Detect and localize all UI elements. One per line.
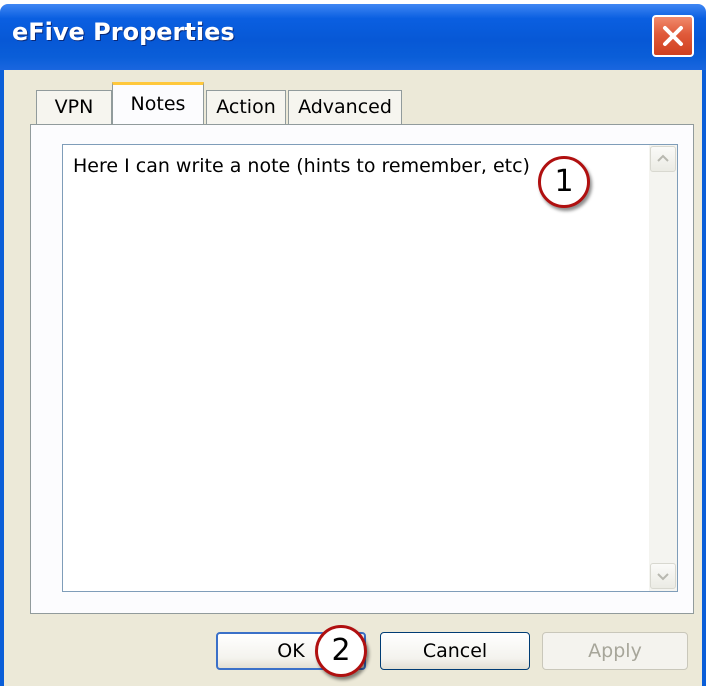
tab-advanced[interactable]: Advanced	[288, 90, 402, 125]
close-button[interactable]	[652, 15, 694, 57]
cancel-label: Cancel	[422, 640, 488, 662]
cancel-button[interactable]: Cancel	[380, 632, 530, 670]
apply-label: Apply	[588, 640, 642, 662]
tab-label: VPN	[54, 96, 94, 118]
properties-dialog: eFive Properties VPN Notes Action Advanc…	[0, 4, 706, 686]
window-title: eFive Properties	[12, 18, 235, 46]
tab-label: Action	[216, 96, 276, 118]
step-1-badge: 1	[538, 156, 590, 208]
tab-action[interactable]: Action	[206, 90, 286, 125]
notes-textarea[interactable]: Here I can write a note (hints to rememb…	[62, 144, 678, 592]
step-2-badge: 2	[315, 625, 367, 677]
scroll-down-button[interactable]	[650, 563, 676, 589]
chevron-up-icon	[657, 154, 669, 162]
chevron-down-icon	[657, 573, 669, 581]
close-icon	[663, 26, 683, 46]
title-bar[interactable]: eFive Properties	[0, 4, 706, 70]
dialog-body: VPN Notes Action Advanced Here I can wri…	[0, 70, 706, 686]
step-1-number: 1	[554, 164, 574, 199]
step-2-number: 2	[331, 633, 351, 668]
tab-vpn[interactable]: VPN	[36, 90, 112, 125]
tab-label: Advanced	[298, 96, 392, 118]
notes-text: Here I can write a note (hints to rememb…	[73, 155, 530, 177]
ok-label: OK	[277, 640, 305, 662]
vertical-scrollbar[interactable]	[649, 145, 677, 591]
tab-notes[interactable]: Notes	[112, 82, 204, 126]
apply-button[interactable]: Apply	[542, 632, 688, 670]
scroll-up-button[interactable]	[650, 146, 676, 172]
tab-label: Notes	[130, 93, 186, 115]
